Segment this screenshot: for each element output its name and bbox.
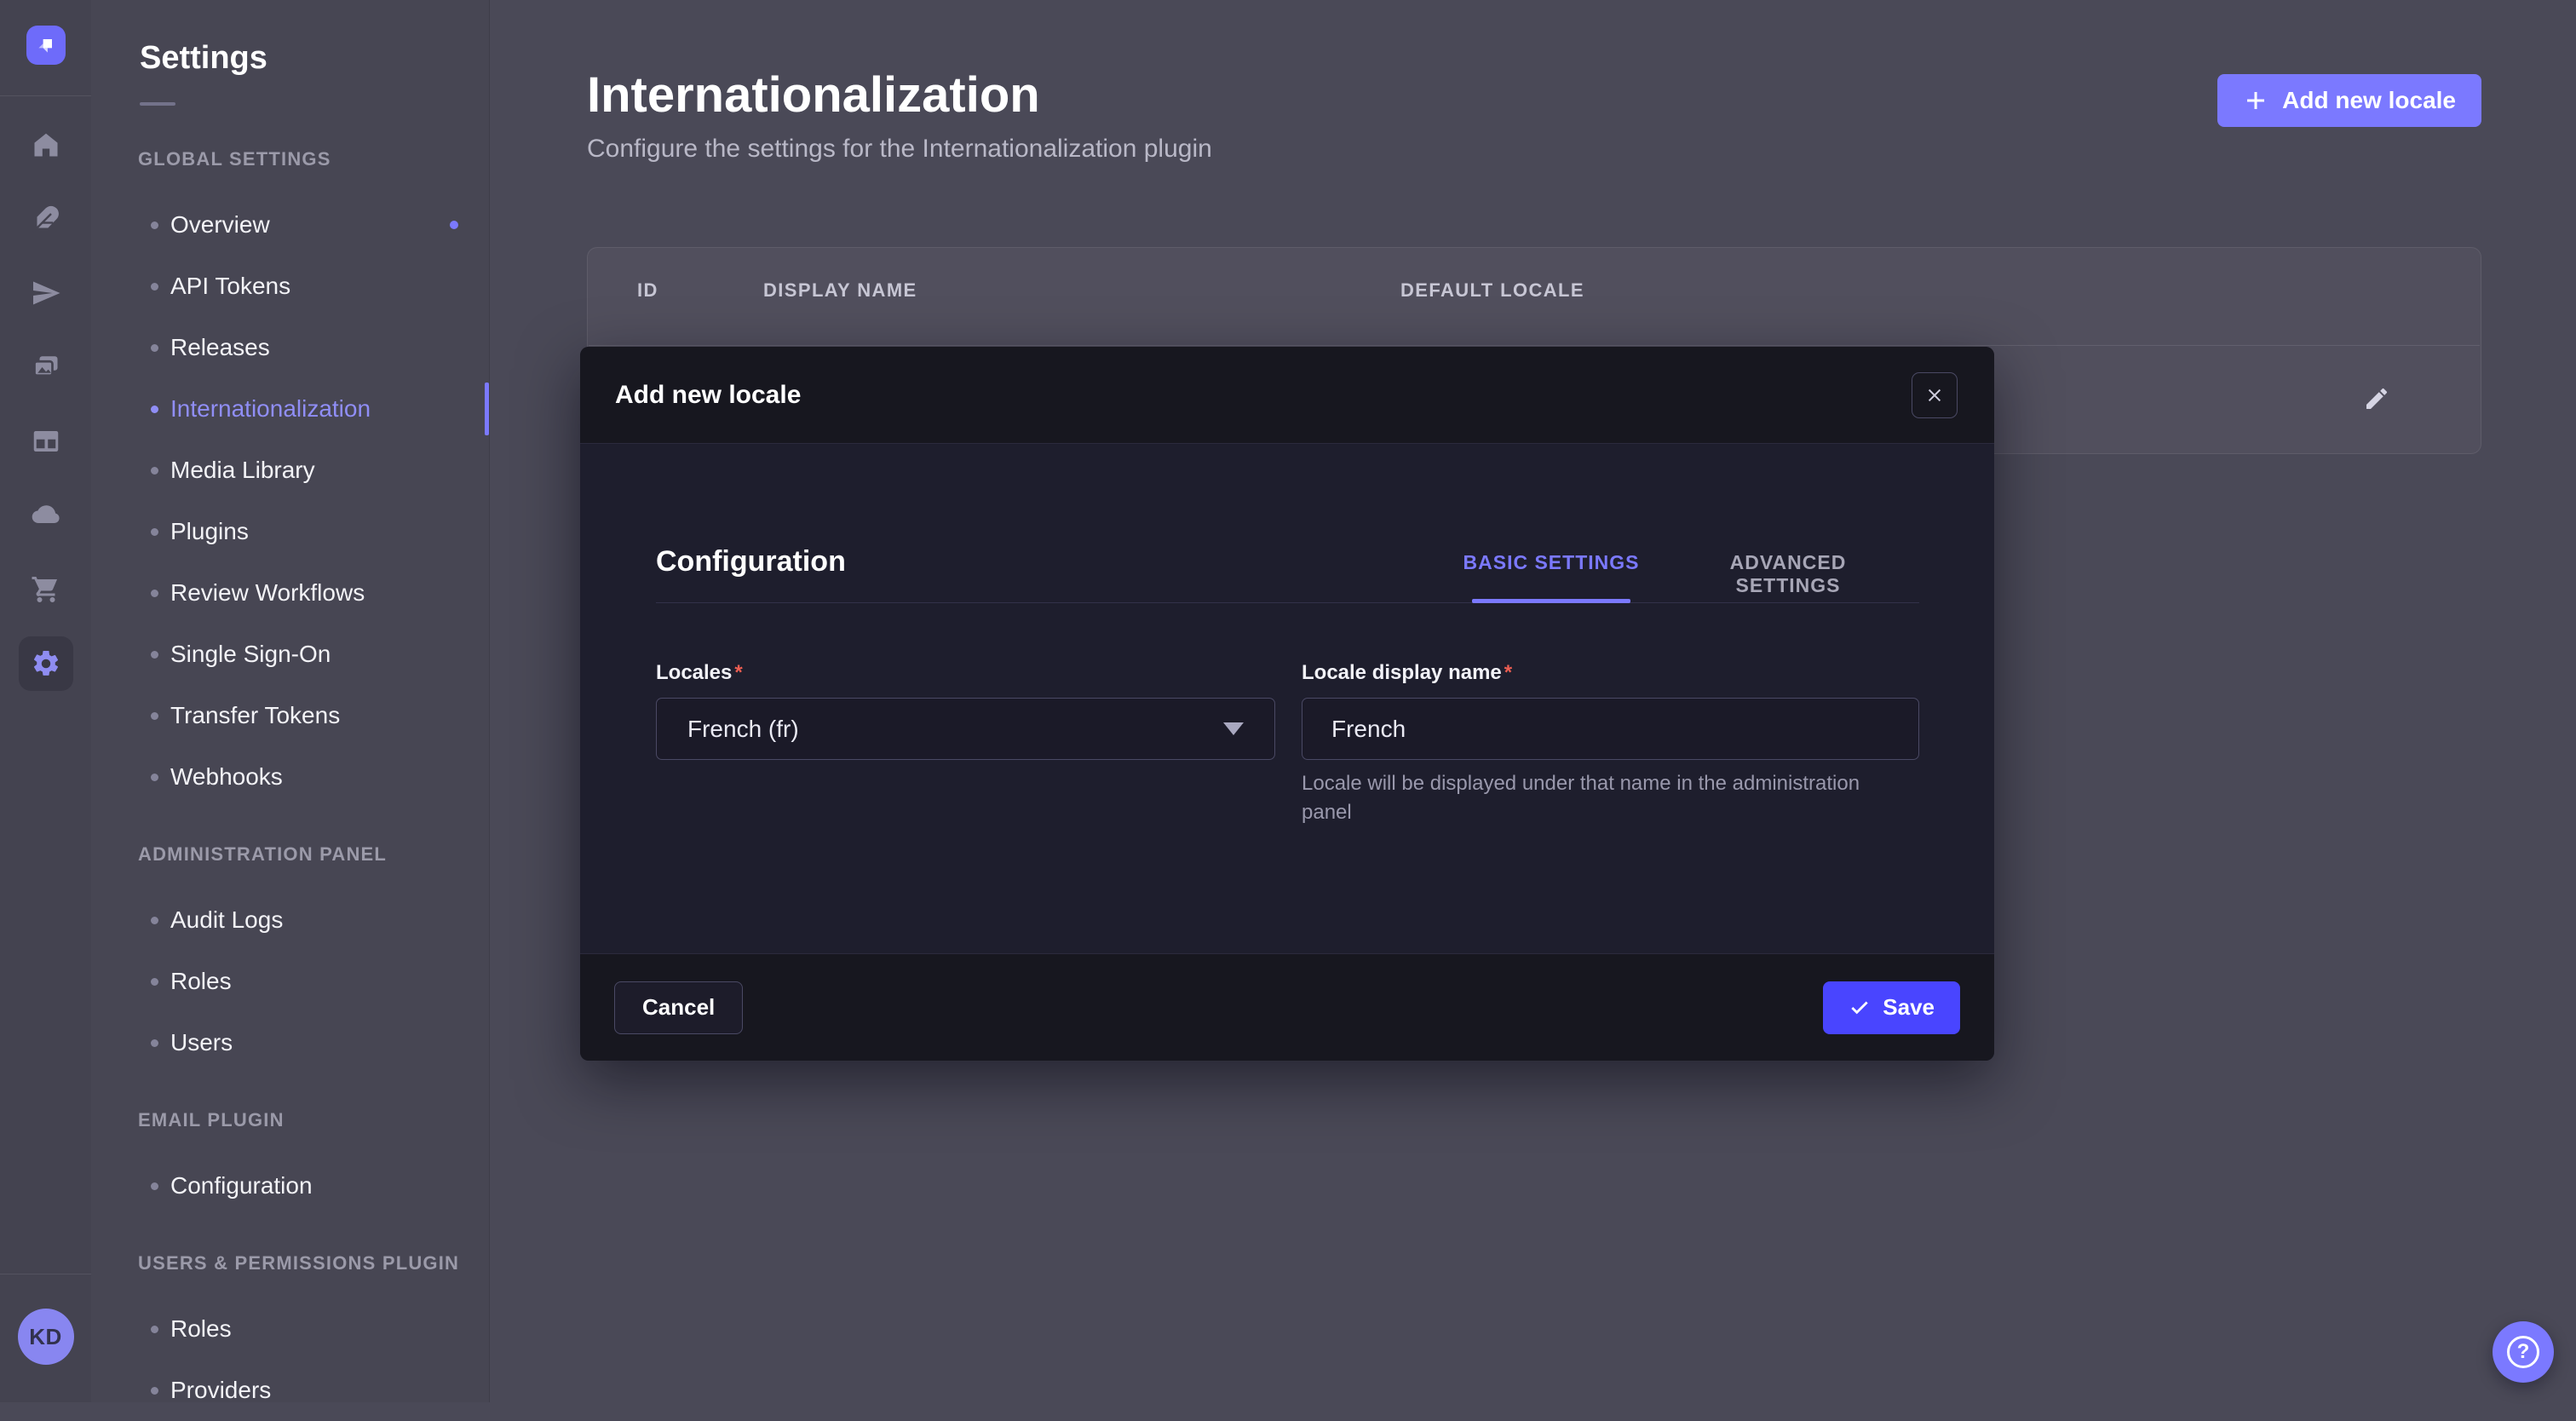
section-label-global-settings: GLOBAL SETTINGS [91, 147, 489, 171]
home-icon [19, 118, 73, 172]
locales-select-value: French (fr) [687, 716, 799, 743]
bullet-icon [151, 467, 158, 475]
settings-nav[interactable] [9, 626, 83, 700]
chevron-down-icon [1223, 722, 1244, 735]
media-library-nav[interactable] [9, 330, 83, 404]
bullet-icon [151, 528, 158, 536]
section-label-email-plugin: EMAIL PLUGIN [91, 1108, 489, 1132]
locales-label: Locales* [656, 661, 743, 685]
marketplace-nav[interactable] [9, 552, 83, 626]
sidebar-item-email-configuration[interactable]: Configuration [91, 1155, 489, 1217]
sidebar-item-up-providers[interactable]: Providers [91, 1360, 489, 1421]
sidebar-item-internationalization[interactable]: Internationalization [91, 378, 489, 440]
settings-subnav: Settings GLOBAL SETTINGS Overview API To… [91, 0, 490, 1402]
cloud-icon [19, 488, 73, 543]
close-icon [1925, 386, 1944, 405]
bullet-icon [151, 1387, 158, 1395]
icon-rail: KD [0, 0, 92, 1402]
rail-nav [9, 107, 83, 700]
tab-advanced-settings[interactable]: ADVANCED SETTINGS [1685, 550, 1891, 598]
gear-icon [19, 636, 73, 691]
display-name-hint: Locale will be displayed under that name… [1302, 769, 1881, 827]
check-icon [1849, 997, 1871, 1019]
page-title: Internationalization [587, 66, 1040, 124]
display-name-input[interactable] [1302, 698, 1919, 760]
configuration-heading: Configuration [656, 545, 846, 578]
paper-plane-icon [19, 266, 73, 320]
edit-locale-button[interactable] [2358, 380, 2395, 417]
page-subtitle: Configure the settings for the Internati… [587, 135, 1212, 164]
help-button[interactable]: ? [2493, 1321, 2554, 1383]
cart-icon [19, 562, 73, 617]
subnav-title-underline [140, 102, 175, 106]
sidebar-item-review-workflows[interactable]: Review Workflows [91, 562, 489, 624]
modal-footer: Cancel Save [580, 953, 1994, 1061]
bullet-icon [151, 774, 158, 781]
tabs-divider [656, 602, 1919, 603]
sidebar-item-up-roles[interactable]: Roles [91, 1298, 489, 1360]
cloud-nav[interactable] [9, 478, 83, 552]
sidebar-item-media-library[interactable]: Media Library [91, 440, 489, 501]
sidebar-item-single-sign-on[interactable]: Single Sign-On [91, 624, 489, 685]
plus-icon [2243, 88, 2268, 113]
feather-icon [19, 192, 73, 246]
sidebar-item-transfer-tokens[interactable]: Transfer Tokens [91, 685, 489, 746]
add-new-locale-button[interactable]: Add new locale [2217, 74, 2481, 127]
layout-icon [19, 414, 73, 469]
content-manager-nav[interactable] [9, 404, 83, 478]
close-button[interactable] [1912, 372, 1958, 418]
cancel-button[interactable]: Cancel [614, 981, 743, 1034]
required-asterisk: * [1504, 661, 1512, 684]
bullet-icon [151, 406, 158, 413]
sidebar-item-admin-roles[interactable]: Roles [91, 951, 489, 1012]
locales-select[interactable]: French (fr) [656, 698, 1275, 760]
rail-bottom: KD [0, 1274, 91, 1402]
tab-basic-settings[interactable]: BASIC SETTINGS [1458, 550, 1645, 575]
sidebar-item-overview[interactable]: Overview [91, 194, 489, 256]
column-header-default-locale: DEFAULT LOCALE [1400, 279, 1584, 302]
images-icon [19, 340, 73, 394]
bullet-icon [151, 917, 158, 924]
deploy-nav[interactable] [9, 256, 83, 330]
user-avatar[interactable]: KD [18, 1309, 74, 1365]
bullet-icon [151, 221, 158, 229]
save-button[interactable]: Save [1823, 981, 1960, 1034]
sidebar-item-webhooks[interactable]: Webhooks [91, 746, 489, 808]
content-type-builder-nav[interactable] [9, 181, 83, 256]
pencil-icon [2363, 383, 2390, 415]
bullet-icon [151, 651, 158, 659]
modal-title: Add new locale [615, 381, 801, 410]
bullet-icon [151, 1326, 158, 1333]
question-mark-icon: ? [2507, 1336, 2539, 1368]
subnav-title: Settings [91, 0, 489, 77]
add-locale-modal: Add new locale Configuration BASIC SETTI… [580, 347, 1994, 1061]
section-label-administration-panel: ADMINISTRATION PANEL [91, 843, 489, 866]
bullet-icon [151, 1182, 158, 1190]
sidebar-item-admin-users[interactable]: Users [91, 1012, 489, 1073]
sidebar-item-releases[interactable]: Releases [91, 317, 489, 378]
bullet-icon [151, 1039, 158, 1047]
rail-divider [0, 95, 91, 96]
table-header-divider [589, 345, 2480, 346]
section-label-users-permissions-plugin: USERS & PERMISSIONS PLUGIN [91, 1251, 489, 1275]
home-nav[interactable] [9, 107, 83, 181]
bullet-icon [151, 712, 158, 720]
bullet-icon [151, 978, 158, 986]
bullet-icon [151, 344, 158, 352]
strapi-logo[interactable] [26, 26, 66, 65]
column-header-id: ID [637, 279, 658, 302]
sidebar-item-api-tokens[interactable]: API Tokens [91, 256, 489, 317]
bullet-icon [151, 590, 158, 597]
modal-header: Add new locale [580, 347, 1994, 444]
sidebar-item-audit-logs[interactable]: Audit Logs [91, 889, 489, 951]
bullet-icon [151, 283, 158, 291]
column-header-display-name: DISPLAY NAME [763, 279, 917, 302]
modal-body: Configuration BASIC SETTINGS ADVANCED SE… [580, 445, 1994, 953]
required-asterisk: * [734, 661, 742, 684]
strapi-logo-glyph [33, 32, 59, 58]
notification-dot [450, 221, 458, 229]
active-tab-underline [1472, 599, 1630, 603]
sidebar-item-plugins[interactable]: Plugins [91, 501, 489, 562]
display-name-label: Locale display name* [1302, 661, 1512, 685]
